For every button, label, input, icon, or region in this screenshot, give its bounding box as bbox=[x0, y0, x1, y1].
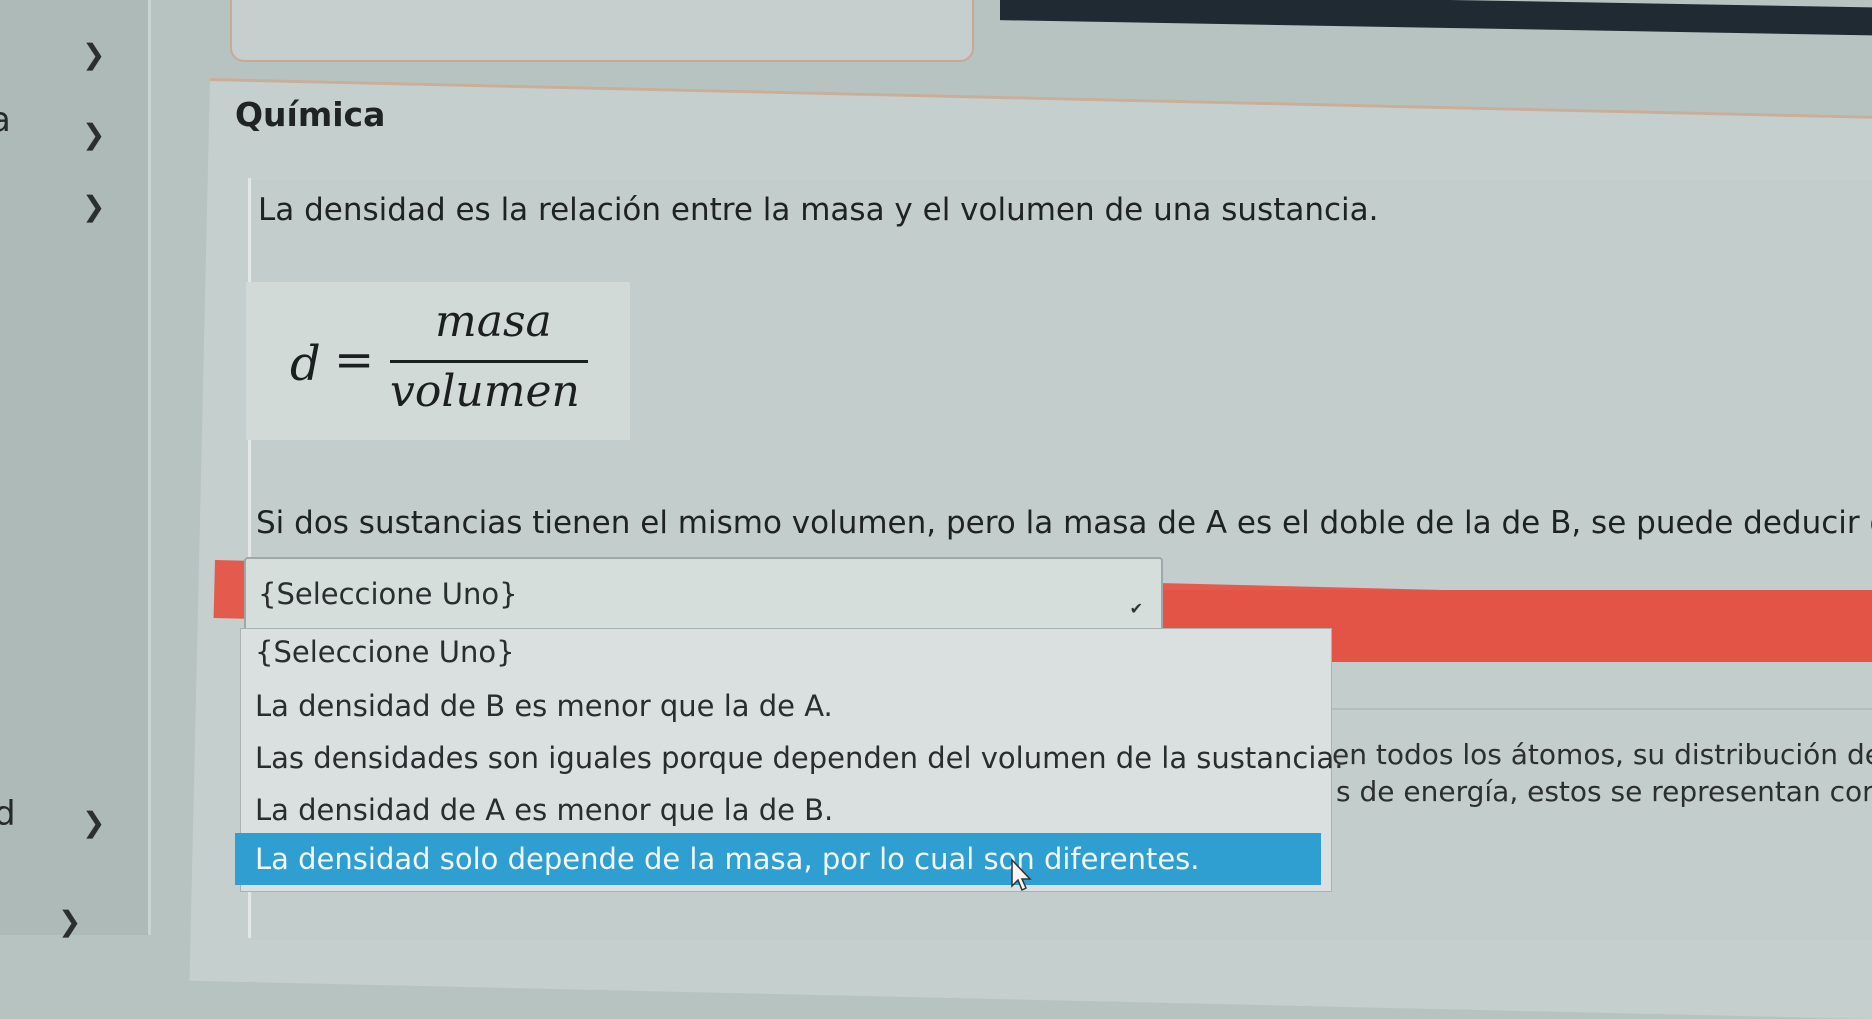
formula-numerator: masa bbox=[435, 296, 552, 347]
formula-equals: = bbox=[334, 332, 375, 388]
left-navigation-edge bbox=[148, 0, 151, 935]
dropdown-option-highlighted[interactable]: La densidad solo depende de la masa, por… bbox=[235, 833, 1321, 885]
nav-item-a[interactable]: a bbox=[0, 100, 11, 140]
top-dark-strip bbox=[1000, 0, 1872, 36]
divider-line bbox=[1330, 708, 1872, 710]
chevron-right-icon[interactable]: ❯ bbox=[58, 905, 81, 938]
background-text-line2: s de energía, estos se representan con l… bbox=[1336, 775, 1872, 808]
chevron-down-icon: ✔ bbox=[1129, 599, 1143, 618]
subject-title: Química bbox=[235, 95, 386, 134]
fraction-bar bbox=[390, 360, 588, 363]
left-navigation bbox=[0, 0, 150, 935]
previous-question-box bbox=[230, 0, 974, 62]
dropdown-option[interactable]: La densidad de A es menor que la de B. bbox=[255, 793, 833, 827]
select-dropdown: {Seleccione Uno} La densidad de B es men… bbox=[235, 628, 1343, 892]
dropdown-option[interactable]: Las densidades son iguales porque depend… bbox=[255, 741, 1343, 775]
dropdown-option[interactable]: {Seleccione Uno} bbox=[255, 635, 515, 669]
question-intro: La densidad es la relación entre la masa… bbox=[258, 192, 1379, 228]
background-text-line1: en todos los átomos, su distribución de bbox=[1332, 738, 1872, 771]
dropdown-option[interactable]: La densidad de B es menor que la de A. bbox=[255, 689, 833, 723]
chevron-right-icon[interactable]: ❯ bbox=[82, 38, 105, 71]
formula-lhs: d bbox=[290, 336, 321, 392]
nav-item-d[interactable]: d bbox=[0, 794, 16, 834]
chevron-right-icon[interactable]: ❯ bbox=[82, 118, 105, 151]
select-value: {Seleccione Uno} bbox=[258, 577, 518, 611]
mouse-cursor-icon bbox=[1011, 858, 1032, 892]
formula-denominator: volumen bbox=[390, 366, 580, 417]
question-prompt: Si dos sustancias tienen el mismo volume… bbox=[256, 505, 1872, 541]
chevron-right-icon[interactable]: ❯ bbox=[82, 806, 105, 839]
chevron-right-icon[interactable]: ❯ bbox=[82, 190, 105, 223]
